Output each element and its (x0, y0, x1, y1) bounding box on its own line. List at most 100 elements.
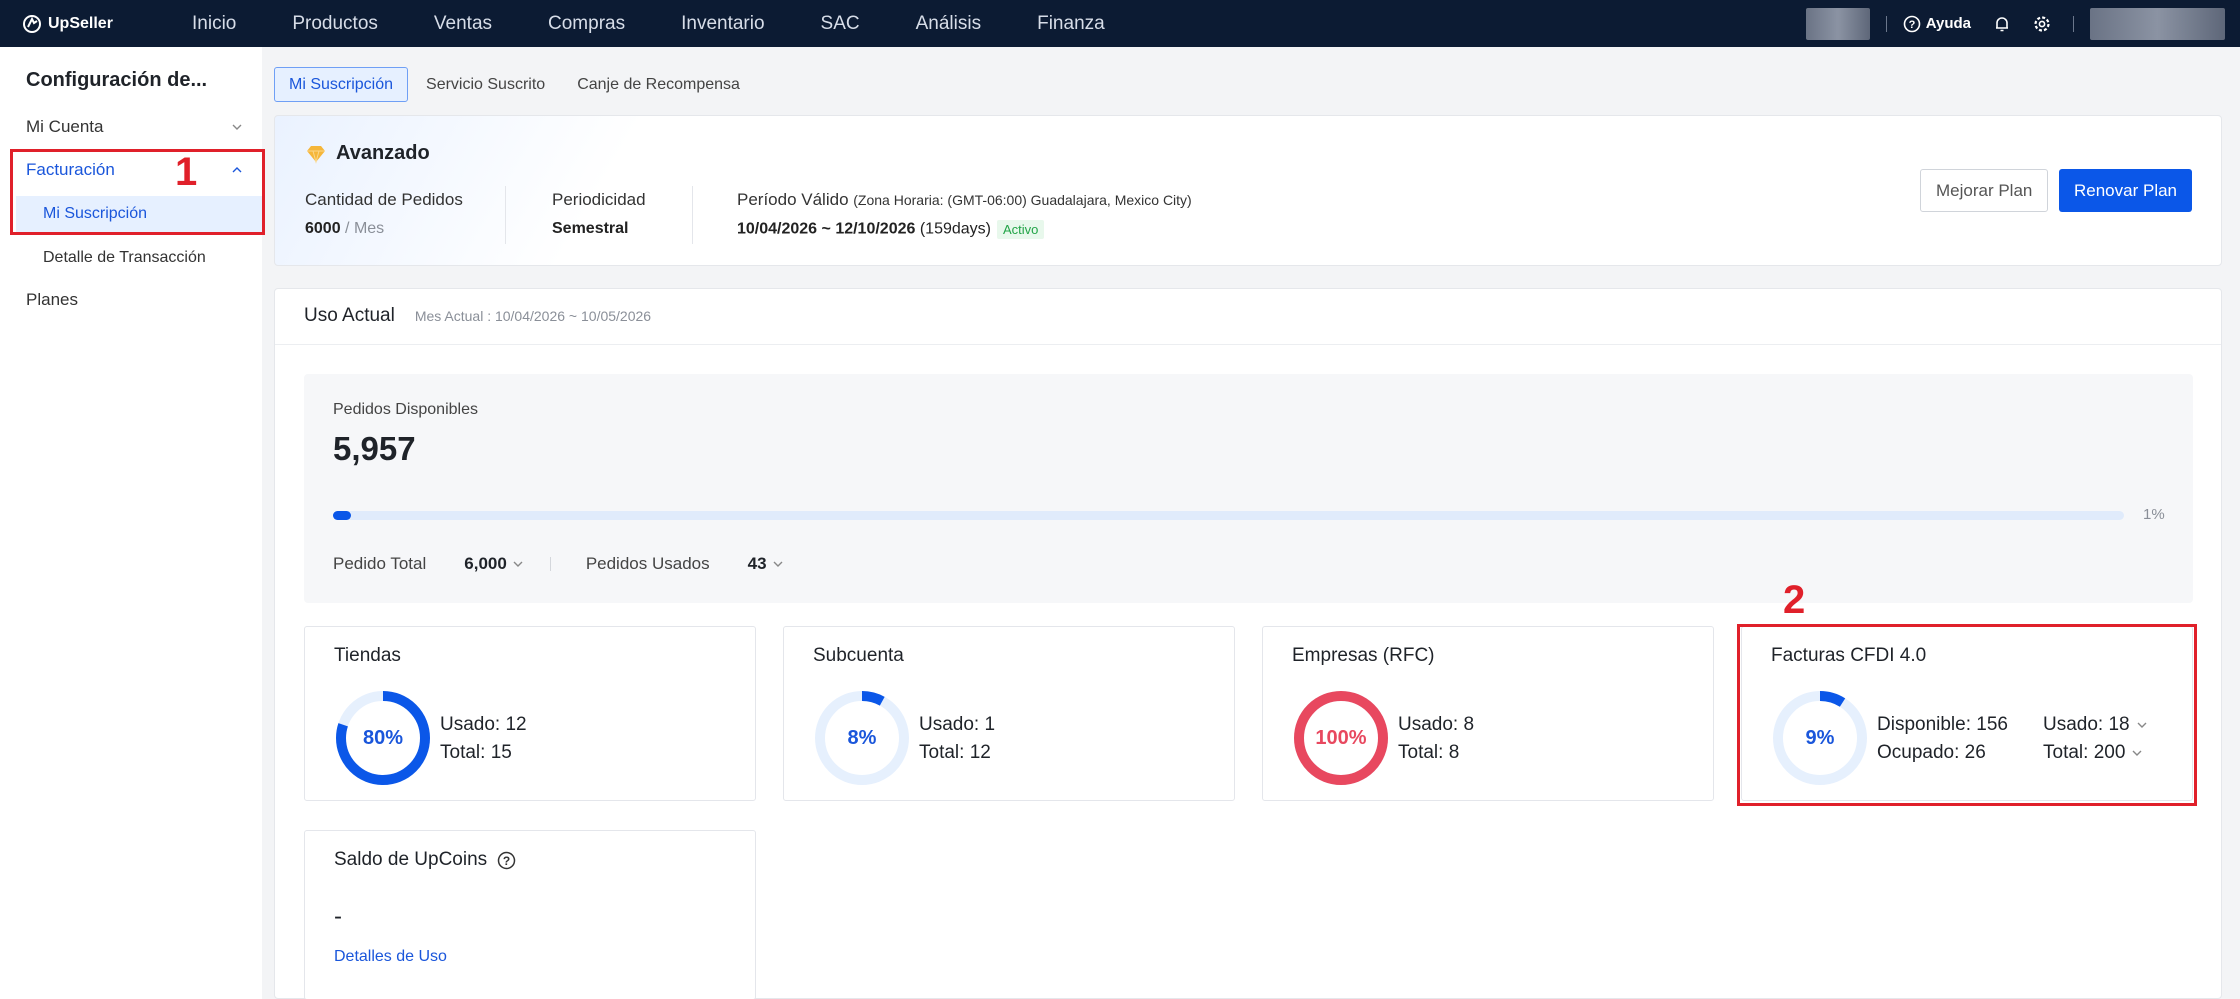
valid-range: 10/04/2026 ~ 12/10/2026 (737, 220, 916, 238)
sidebar-item-label: Planes (26, 290, 78, 309)
card-total: Total: 15 (440, 742, 512, 763)
available-orders-value: 5,957 (333, 430, 416, 467)
svg-text:?: ? (1908, 19, 1915, 31)
usage-month: Mes Actual : 10/04/2026 ~ 10/05/2026 (414, 308, 652, 324)
usage-title: Uso Actual (304, 305, 395, 326)
nav-inicio[interactable]: Inicio (192, 13, 236, 35)
question-circle-icon: ? (1903, 15, 1921, 32)
period-label: Periodicidad (552, 190, 646, 209)
sidebar-item-label: Mi Cuenta (26, 117, 104, 136)
usage-ring-percent: 100% (1315, 726, 1367, 749)
top-navbar: UpSeller Inicio Productos Ventas Compras… (0, 0, 2240, 47)
used-orders-label: Pedidos Usados (585, 554, 710, 573)
usage-ring-percent: 8% (847, 726, 877, 749)
renew-plan-button[interactable]: Renovar Plan (2059, 169, 2193, 212)
status-badge: Activo (997, 220, 1045, 239)
usage-header: Uso Actual Mes Actual : 10/04/2026 ~ 10/… (304, 305, 651, 327)
brand-name: UpSeller (48, 14, 113, 32)
card-used: Usado: 1 (919, 714, 996, 735)
tab-canje-recompensa[interactable]: Canje de Recompensa (563, 67, 754, 102)
diamond-icon (307, 145, 325, 164)
card-title: Tiendas (334, 645, 401, 666)
upgrade-plan-button[interactable]: Mejorar Plan (1920, 169, 2049, 212)
available-orders-section: Pedidos Disponibles 5,957 1% Pedido Tota… (304, 374, 2193, 603)
orders-unit: / Mes (345, 220, 385, 237)
period-value: Semestral (552, 220, 629, 237)
nav-productos[interactable]: Productos (292, 13, 378, 35)
card-total: Total: 12 (919, 742, 991, 763)
divider (549, 557, 551, 571)
available-orders-label: Pedidos Disponibles (333, 401, 478, 418)
upcoins-card: Saldo de UpCoins ? - Detalles de Uso (304, 830, 756, 999)
orders-summary: Pedido Total 6,000 Pedidos Usados 43 (333, 554, 785, 574)
upcoins-title: Saldo de UpCoins ? (334, 849, 516, 871)
svg-text:?: ? (503, 854, 510, 868)
annotation-number-1: 1 (175, 150, 198, 194)
blurred-user-box[interactable] (2090, 7, 2225, 40)
top-right-tools: ? Ayuda (1805, 0, 2240, 47)
valid-days: (159days) (919, 220, 991, 238)
chevron-down-icon (232, 124, 242, 130)
help-label: Ayuda (1925, 15, 1971, 32)
annotation-box-2 (1737, 624, 2197, 806)
question-circle-icon[interactable]: ? (497, 851, 516, 870)
orders-progress-bar (333, 511, 2124, 520)
brand-logo[interactable]: UpSeller (22, 14, 172, 34)
orders-label: Cantidad de Pedidos (305, 190, 463, 209)
nav-sac[interactable]: SAC (821, 13, 860, 35)
sidebar-item-label: Detalle de Transacción (43, 249, 206, 266)
annotation-box-1 (10, 149, 265, 235)
valid-timezone: (Zona Horaria: (GMT-06:00) Guadalajara, … (853, 192, 1192, 208)
nav-compras[interactable]: Compras (548, 13, 625, 35)
annotation-number-2: 2 (1783, 578, 1806, 622)
main-nav: Inicio Productos Ventas Compras Inventar… (192, 13, 1161, 35)
nav-inventario[interactable]: Inventario (681, 13, 764, 35)
usage-card-tiendas: Tiendas 80% Usado: 12 Total: 15 (304, 626, 756, 801)
tab-mi-suscripcion[interactable]: Mi Suscripción (274, 67, 409, 102)
nav-finanza[interactable]: Finanza (1037, 13, 1105, 35)
sidebar-item-mi-cuenta[interactable]: Mi Cuenta (0, 109, 262, 145)
bell-icon[interactable] (1993, 15, 2011, 33)
upcoins-value: - (334, 903, 342, 930)
card-title: Subcuenta (813, 645, 904, 666)
nav-analisis[interactable]: Análisis (916, 13, 981, 35)
usage-ring-percent: 80% (362, 726, 404, 749)
valid-label: Período Válido (737, 190, 849, 209)
blurred-account-box[interactable] (1805, 7, 1870, 40)
card-used: Usado: 8 (1398, 714, 1475, 735)
orders-progress-label: 1% (2143, 506, 2165, 523)
orders-value: 6000 (305, 220, 341, 237)
sidebar-title: Configuración de... (26, 69, 208, 91)
sidebar-item-planes[interactable]: Planes (0, 282, 262, 318)
subscription-tabs: Mi Suscripción Servicio Suscrito Canje d… (274, 67, 758, 102)
total-orders-label: Pedido Total (333, 554, 427, 573)
card-stats: Usado: 12 Total: 15 (440, 711, 527, 767)
gear-icon[interactable] (2033, 15, 2051, 33)
divider (1885, 15, 1887, 32)
period-column: Periodicidad Semestral (552, 190, 646, 238)
usage-card-subcuenta: Subcuenta 8% Usado: 1 Total: 12 (783, 626, 1235, 801)
divider (505, 186, 506, 244)
orders-column: Cantidad de Pedidos 6000 / Mes (305, 190, 463, 238)
usage-details-link[interactable]: Detalles de Uso (334, 948, 447, 966)
tab-servicio-suscrito[interactable]: Servicio Suscrito (412, 67, 559, 102)
plan-name: Avanzado (305, 142, 430, 165)
divider (275, 344, 2221, 345)
card-stats: Usado: 8 Total: 8 (1398, 711, 1474, 767)
nav-ventas[interactable]: Ventas (434, 13, 492, 35)
chevron-down-icon (513, 561, 523, 567)
card-title: Empresas (RFC) (1292, 645, 1435, 666)
divider (2073, 15, 2074, 32)
help-link[interactable]: ? Ayuda (1903, 15, 1971, 33)
divider (692, 186, 693, 244)
used-orders-dropdown[interactable]: 43 (748, 554, 785, 574)
valid-period-column: Período Válido (Zona Horaria: (GMT-06:00… (737, 190, 1192, 239)
chevron-down-icon (773, 561, 783, 567)
card-used: Usado: 12 (440, 714, 527, 735)
usage-card-empresas: Empresas (RFC) 100% Usado: 8 Total: 8 (1262, 626, 1714, 801)
sidebar-item-detalle-transaccion[interactable]: Detalle de Transacción (16, 240, 262, 276)
orders-progress-fill (333, 511, 351, 520)
card-total: Total: 8 (1398, 742, 1460, 763)
total-orders-dropdown[interactable]: 6,000 (464, 554, 525, 574)
card-stats: Usado: 1 Total: 12 (919, 711, 995, 767)
